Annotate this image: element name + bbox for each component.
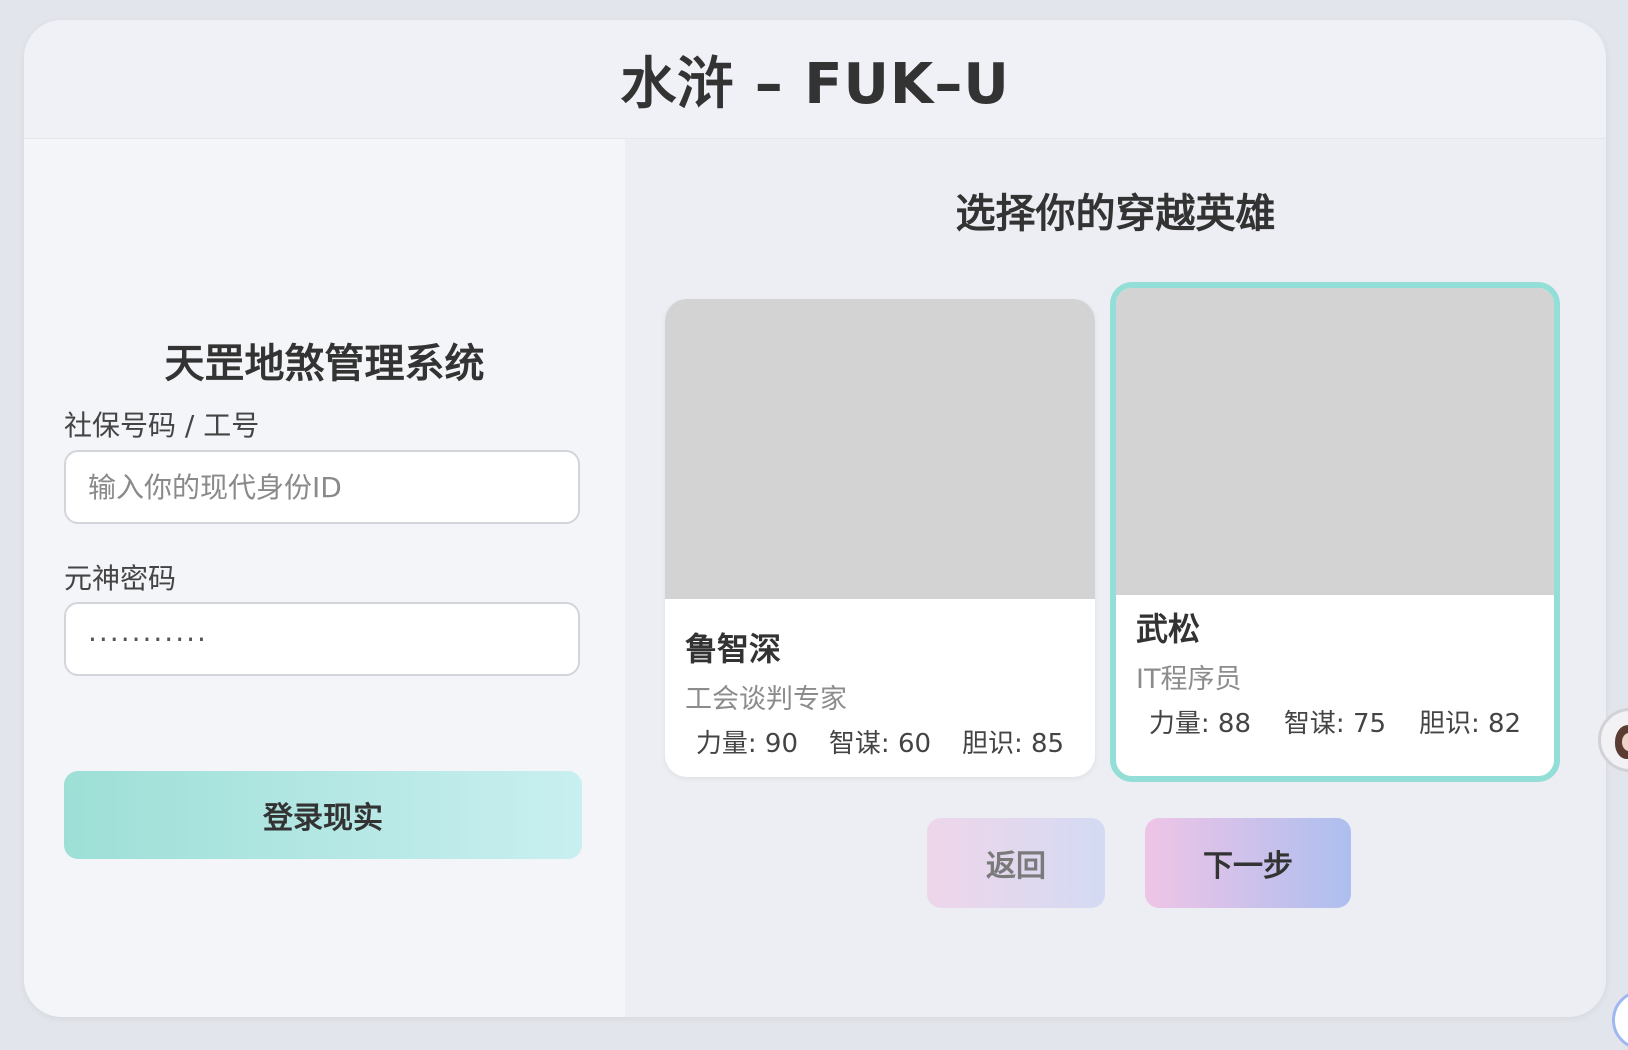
back-button[interactable]: 返回 xyxy=(927,818,1105,908)
hero-card-wusong[interactable]: 武松 IT程序员 力量: 88 智谋: 75 胆识: 82 xyxy=(1110,282,1560,782)
login-panel: 天罡地煞管理系统 社保号码 / 工号 元神密码 登录现实 xyxy=(24,139,625,1017)
hero-name: 鲁智深 xyxy=(685,630,782,668)
app-window: 水浒 – FUK–U 天罡地煞管理系统 社保号码 / 工号 元神密码 登录现实 … xyxy=(24,20,1606,1017)
hero-card-luzhishen[interactable]: 鲁智深 工会谈判专家 力量: 90 智谋: 60 胆识: 85 xyxy=(665,299,1095,777)
hero-role: 工会谈判专家 xyxy=(685,684,847,715)
system-title: 天罡地煞管理系统 xyxy=(164,341,485,387)
assistant-bubble-icon[interactable] xyxy=(1612,990,1628,1050)
hero-stats: 力量: 90 智谋: 60 胆识: 85 xyxy=(665,723,1095,760)
hero-stat-wisdom: 智谋: 60 xyxy=(828,729,932,759)
password-input[interactable] xyxy=(64,602,580,676)
password-field-label: 元神密码 xyxy=(64,562,177,595)
hero-select-panel: 选择你的穿越英雄 鲁智深 工会谈判专家 力量: 90 智谋: 60 胆识: 85… xyxy=(625,139,1606,1017)
app-header: 水浒 – FUK–U xyxy=(24,20,1606,139)
hero-role: IT程序员 xyxy=(1136,664,1242,695)
hero-stats: 力量: 88 智谋: 75 胆识: 82 xyxy=(1116,703,1554,740)
next-button[interactable]: 下一步 xyxy=(1145,818,1351,908)
hero-stat-strength: 力量: 88 xyxy=(1148,709,1252,739)
hero-stat-courage: 胆识: 82 xyxy=(1418,709,1522,739)
app-title: 水浒 – FUK–U xyxy=(620,51,1010,117)
hero-stat-wisdom: 智谋: 75 xyxy=(1283,709,1387,739)
hero-image-placeholder xyxy=(1116,288,1554,595)
id-field-label: 社保号码 / 工号 xyxy=(64,409,260,442)
hero-image-placeholder xyxy=(665,299,1095,599)
hero-name: 武松 xyxy=(1136,610,1201,648)
hero-select-heading: 选择你的穿越英雄 xyxy=(955,191,1276,237)
id-input[interactable] xyxy=(64,450,580,524)
hero-stat-courage: 胆识: 85 xyxy=(961,729,1065,759)
hero-stat-strength: 力量: 90 xyxy=(695,729,799,759)
login-button[interactable]: 登录现实 xyxy=(64,771,582,859)
